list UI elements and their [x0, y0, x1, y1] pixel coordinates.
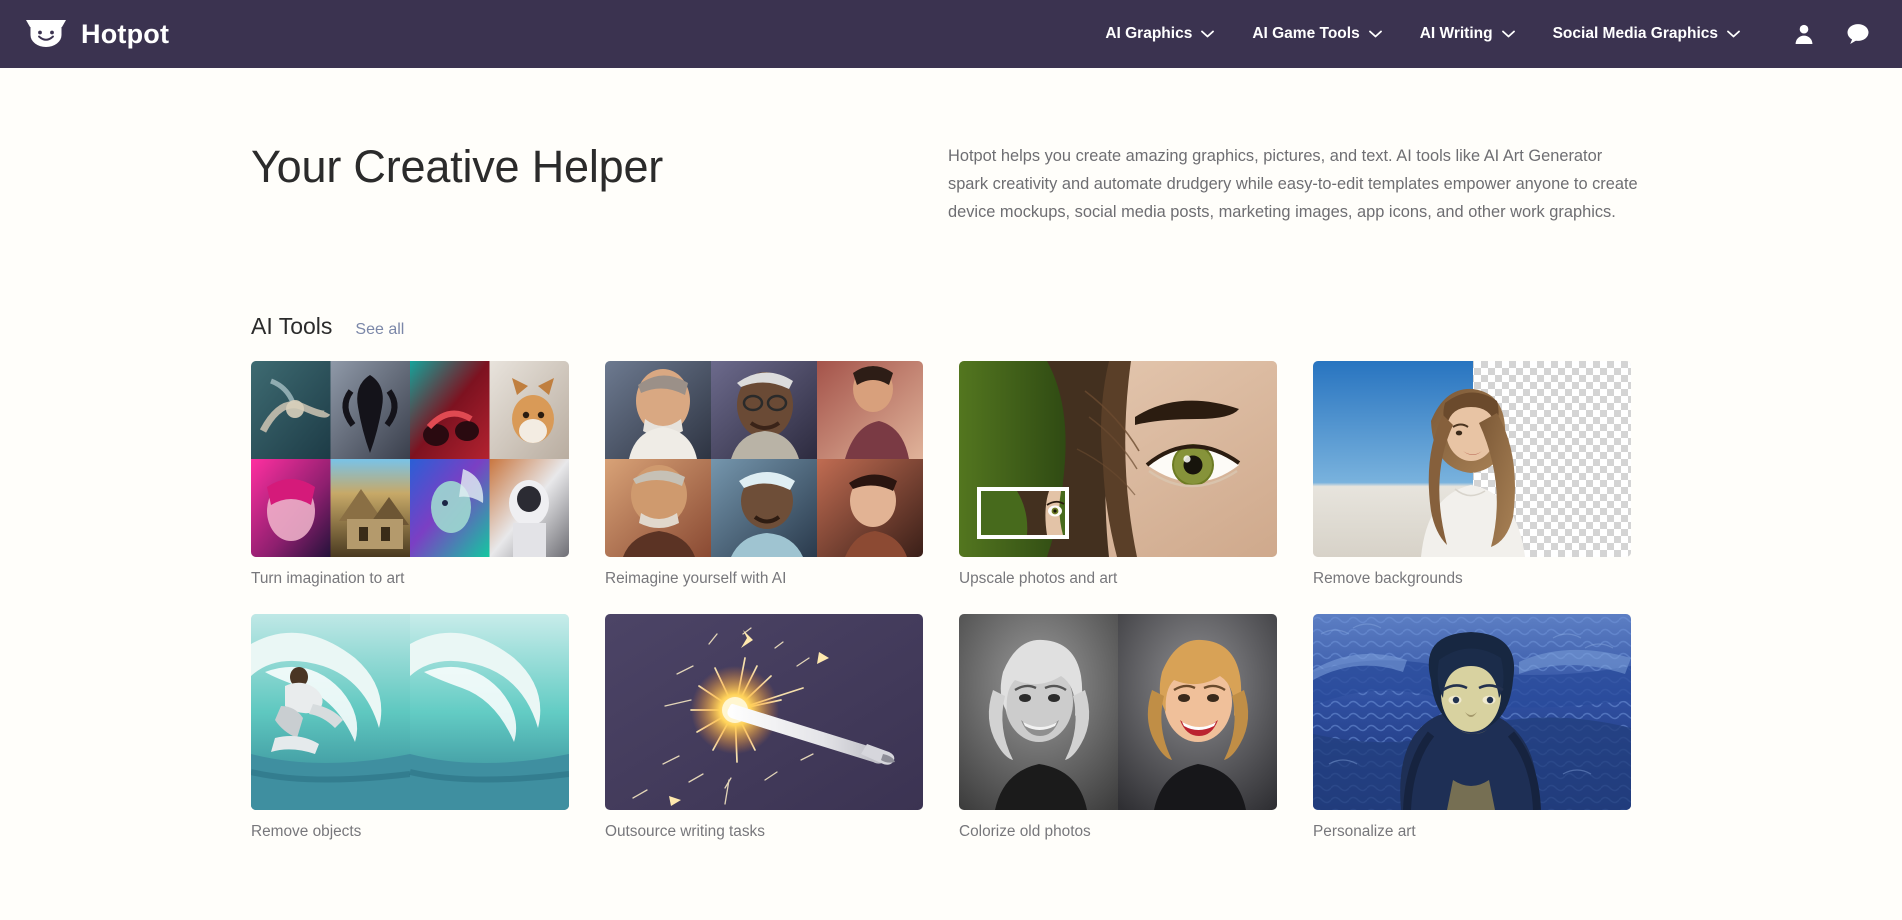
ai-tools-grid: Turn imagination to art	[0, 340, 1420, 842]
bw-color-portrait-thumbnail[interactable]	[959, 614, 1277, 810]
user-account-icon[interactable]	[1792, 22, 1816, 46]
tool-card-caption: Personalize art	[1313, 823, 1631, 841]
tool-card[interactable]: Remove backgrounds	[1313, 361, 1631, 588]
ai-tools-section-header: AI Tools See all	[0, 227, 1902, 340]
eye-upscale-thumbnail[interactable]	[959, 361, 1277, 557]
tool-card-caption: Colorize old photos	[959, 823, 1277, 841]
header-icon-group	[1792, 22, 1870, 46]
nav-item-ai-graphics[interactable]: AI Graphics	[1105, 25, 1214, 43]
chevron-down-icon	[1502, 30, 1515, 38]
tool-card-caption: Turn imagination to art	[251, 570, 569, 588]
tool-card[interactable]: Personalize art	[1313, 614, 1631, 841]
sparking-pen-thumbnail[interactable]	[605, 614, 923, 810]
nav-item-ai-writing[interactable]: AI Writing	[1420, 25, 1515, 43]
ai-portraits-grid-thumbnail[interactable]	[605, 361, 923, 557]
tool-card[interactable]: Upscale photos and art	[959, 361, 1277, 588]
page-title: Your Creative Helper	[251, 142, 771, 227]
hero-description: Hotpot helps you create amazing graphics…	[948, 142, 1638, 227]
nav-label: Social Media Graphics	[1553, 25, 1718, 43]
hero-section: Your Creative Helper Hotpot helps you cr…	[0, 68, 1902, 227]
surfer-wave-removal-thumbnail[interactable]	[251, 614, 569, 810]
mona-lisa-style-transfer-thumbnail[interactable]	[1313, 614, 1631, 810]
chevron-down-icon	[1201, 30, 1214, 38]
chevron-down-icon	[1727, 30, 1740, 38]
site-header: Hotpot AI Graphics AI Game Tools AI Writ…	[0, 0, 1902, 68]
see-all-link[interactable]: See all	[355, 321, 404, 339]
chat-bubble-icon[interactable]	[1846, 22, 1870, 46]
section-title: AI Tools	[251, 313, 332, 340]
tool-card-caption: Upscale photos and art	[959, 570, 1277, 588]
nav-label: AI Graphics	[1105, 25, 1192, 43]
tool-card-caption: Remove backgrounds	[1313, 570, 1631, 588]
ai-art-grid-thumbnail[interactable]	[251, 361, 569, 557]
page-content: Your Creative Helper Hotpot helps you cr…	[0, 68, 1902, 842]
tool-card[interactable]: Remove objects	[251, 614, 569, 841]
nav-label: AI Game Tools	[1252, 25, 1359, 43]
hotpot-smiling-pot-logo-icon	[24, 17, 68, 51]
tool-card[interactable]: Outsource writing tasks	[605, 614, 923, 841]
tool-card-caption: Remove objects	[251, 823, 569, 841]
brand-logo-link[interactable]: Hotpot	[24, 17, 169, 51]
tool-card-caption: Reimagine yourself with AI	[605, 570, 923, 588]
tool-card[interactable]: Reimagine yourself with AI	[605, 361, 923, 588]
tool-card[interactable]: Colorize old photos	[959, 614, 1277, 841]
main-navigation: AI Graphics AI Game Tools AI Writing Soc…	[1105, 0, 1870, 68]
chevron-down-icon	[1369, 30, 1382, 38]
nav-item-ai-game-tools[interactable]: AI Game Tools	[1252, 25, 1381, 43]
tool-card-caption: Outsource writing tasks	[605, 823, 923, 841]
brand-name: Hotpot	[81, 19, 169, 50]
nav-label: AI Writing	[1420, 25, 1493, 43]
nav-item-social-media-graphics[interactable]: Social Media Graphics	[1553, 25, 1740, 43]
tool-card[interactable]: Turn imagination to art	[251, 361, 569, 588]
woman-transparent-bg-thumbnail[interactable]	[1313, 361, 1631, 557]
